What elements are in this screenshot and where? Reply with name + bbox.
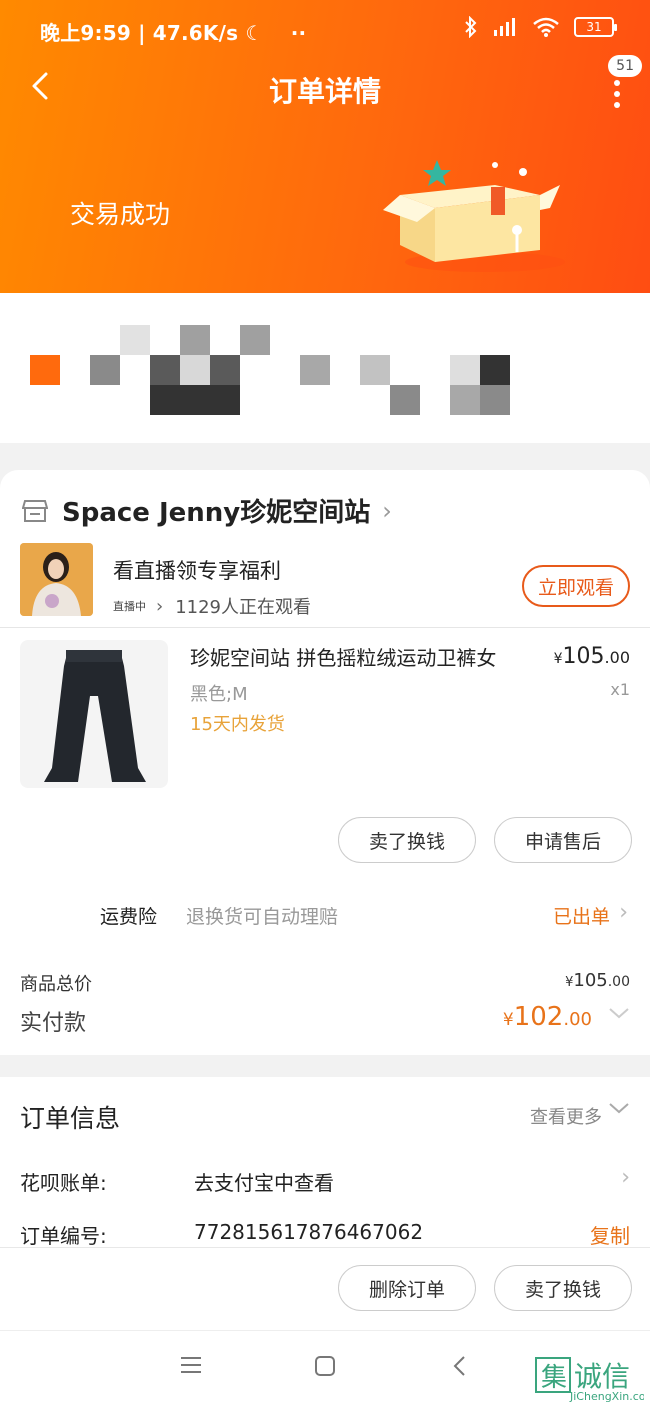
- order-card: Space Jenny珍妮空间站 › 看直播领专享福利 直播中 › 1129人正…: [0, 470, 650, 1055]
- notification-badge: 51: [608, 55, 642, 77]
- live-viewers: 1129人正在观看: [175, 597, 312, 618]
- product-name[interactable]: 珍妮空间站 拼色摇粒绒运动卫裤女: [190, 642, 496, 671]
- product-image[interactable]: [20, 640, 168, 788]
- live-title: 看直播领专享福利: [113, 559, 281, 583]
- moon-icon: ☾: [245, 21, 264, 45]
- product-spec: 黑色;M: [190, 684, 248, 705]
- insurance-status[interactable]: 已出单: [553, 902, 610, 929]
- shop-header[interactable]: Space Jenny珍妮空间站 ›: [22, 492, 392, 529]
- divider: [0, 627, 650, 628]
- svg-text:诚信: 诚信: [574, 1360, 630, 1393]
- paid-label: 实付款: [20, 1011, 87, 1036]
- status-dots: ··: [290, 21, 307, 45]
- menu-icon[interactable]: [180, 1355, 202, 1375]
- sell-button[interactable]: 卖了换钱: [494, 1265, 632, 1311]
- live-tag: 直播中: [113, 600, 146, 613]
- address-area-pixelated: [0, 293, 650, 443]
- package-box-illustration: [383, 160, 565, 272]
- watch-live-button[interactable]: 立即观看: [522, 565, 630, 607]
- chevron-right-icon: ›: [621, 1165, 630, 1190]
- order-info-section: 订单信息 查看更多 花呗账单: 去支付宝中查看 › 订单编号: 77281561…: [0, 1077, 650, 1249]
- bluetooth-icon: [465, 16, 477, 38]
- product-price: ¥105.00: [553, 644, 630, 669]
- live-subtitle: 直播中 › 1129人正在观看: [113, 593, 311, 619]
- svg-text:JiChengXin.com: JiChengXin.com: [569, 1390, 644, 1402]
- huabei-label: 花呗账单:: [20, 1171, 107, 1195]
- status-time: 晚上9:59 | 47.6K/s: [40, 21, 239, 45]
- product-item[interactable]: 珍妮空间站 拼色摇粒绒运动卫裤女 黑色;M 15天内发货 ¥105.00 x1: [20, 640, 630, 790]
- order-header: 晚上9:59 | 47.6K/s ☾ ·· 31 订单详情 51 交易成功: [0, 0, 650, 293]
- goods-total-value: ¥105.00: [565, 970, 630, 991]
- chevron-right-icon: ›: [156, 595, 164, 617]
- chevron-down-icon[interactable]: [608, 1101, 630, 1115]
- copy-button[interactable]: 复制: [590, 1220, 630, 1249]
- order-number: 772815617876467062: [194, 1220, 424, 1244]
- huabei-value[interactable]: 去支付宝中查看: [194, 1167, 334, 1196]
- live-thumbnail[interactable]: [20, 543, 93, 616]
- chevron-down-icon[interactable]: [608, 1006, 630, 1020]
- chevron-right-icon: ›: [382, 496, 392, 525]
- sell-button[interactable]: 卖了换钱: [338, 817, 476, 863]
- aftersale-button[interactable]: 申请售后: [494, 817, 632, 863]
- home-icon[interactable]: [314, 1355, 336, 1377]
- store-icon: [22, 499, 48, 522]
- product-quantity: x1: [610, 680, 630, 699]
- view-more-link[interactable]: 查看更多: [530, 1103, 602, 1129]
- order-number-label: 订单编号:: [20, 1224, 107, 1248]
- status-bar: 晚上9:59 | 47.6K/s ☾ ··: [40, 17, 306, 46]
- battery-indicator: 31: [574, 17, 617, 37]
- product-shipping: 15天内发货: [190, 714, 285, 735]
- goods-total-label: 商品总价: [20, 974, 92, 995]
- watermark-logo: 集 诚信 JiChengXin.com: [534, 1356, 650, 1406]
- shop-name[interactable]: Space Jenny珍妮空间站: [62, 492, 370, 529]
- shipping-insurance-row[interactable]: 运费险 退换货可自动理赔 已出单 ›: [0, 898, 650, 934]
- live-stream-banner[interactable]: 看直播领专享福利 直播中 › 1129人正在观看 立即观看: [20, 543, 630, 618]
- bottom-action-bar: 删除订单 卖了换钱: [0, 1247, 650, 1330]
- order-status: 交易成功: [70, 200, 171, 229]
- chevron-right-icon: ›: [619, 900, 628, 925]
- page-title: 订单详情: [268, 75, 381, 108]
- item-actions: 卖了换钱 申请售后: [338, 817, 632, 863]
- back-nav-icon[interactable]: [452, 1355, 468, 1377]
- signal-icon: [494, 18, 515, 36]
- insurance-desc: 退换货可自动理赔: [186, 906, 339, 928]
- paid-value: ¥102.00: [502, 1002, 592, 1032]
- delete-order-button[interactable]: 删除订单: [338, 1265, 476, 1311]
- more-menu-icon[interactable]: [612, 80, 622, 108]
- order-info-title: 订单信息: [20, 1104, 121, 1133]
- wifi-icon: [533, 17, 559, 37]
- status-icons: 31: [464, 16, 617, 38]
- svg-text:集: 集: [541, 1363, 567, 1393]
- insurance-label: 运费险: [100, 906, 158, 928]
